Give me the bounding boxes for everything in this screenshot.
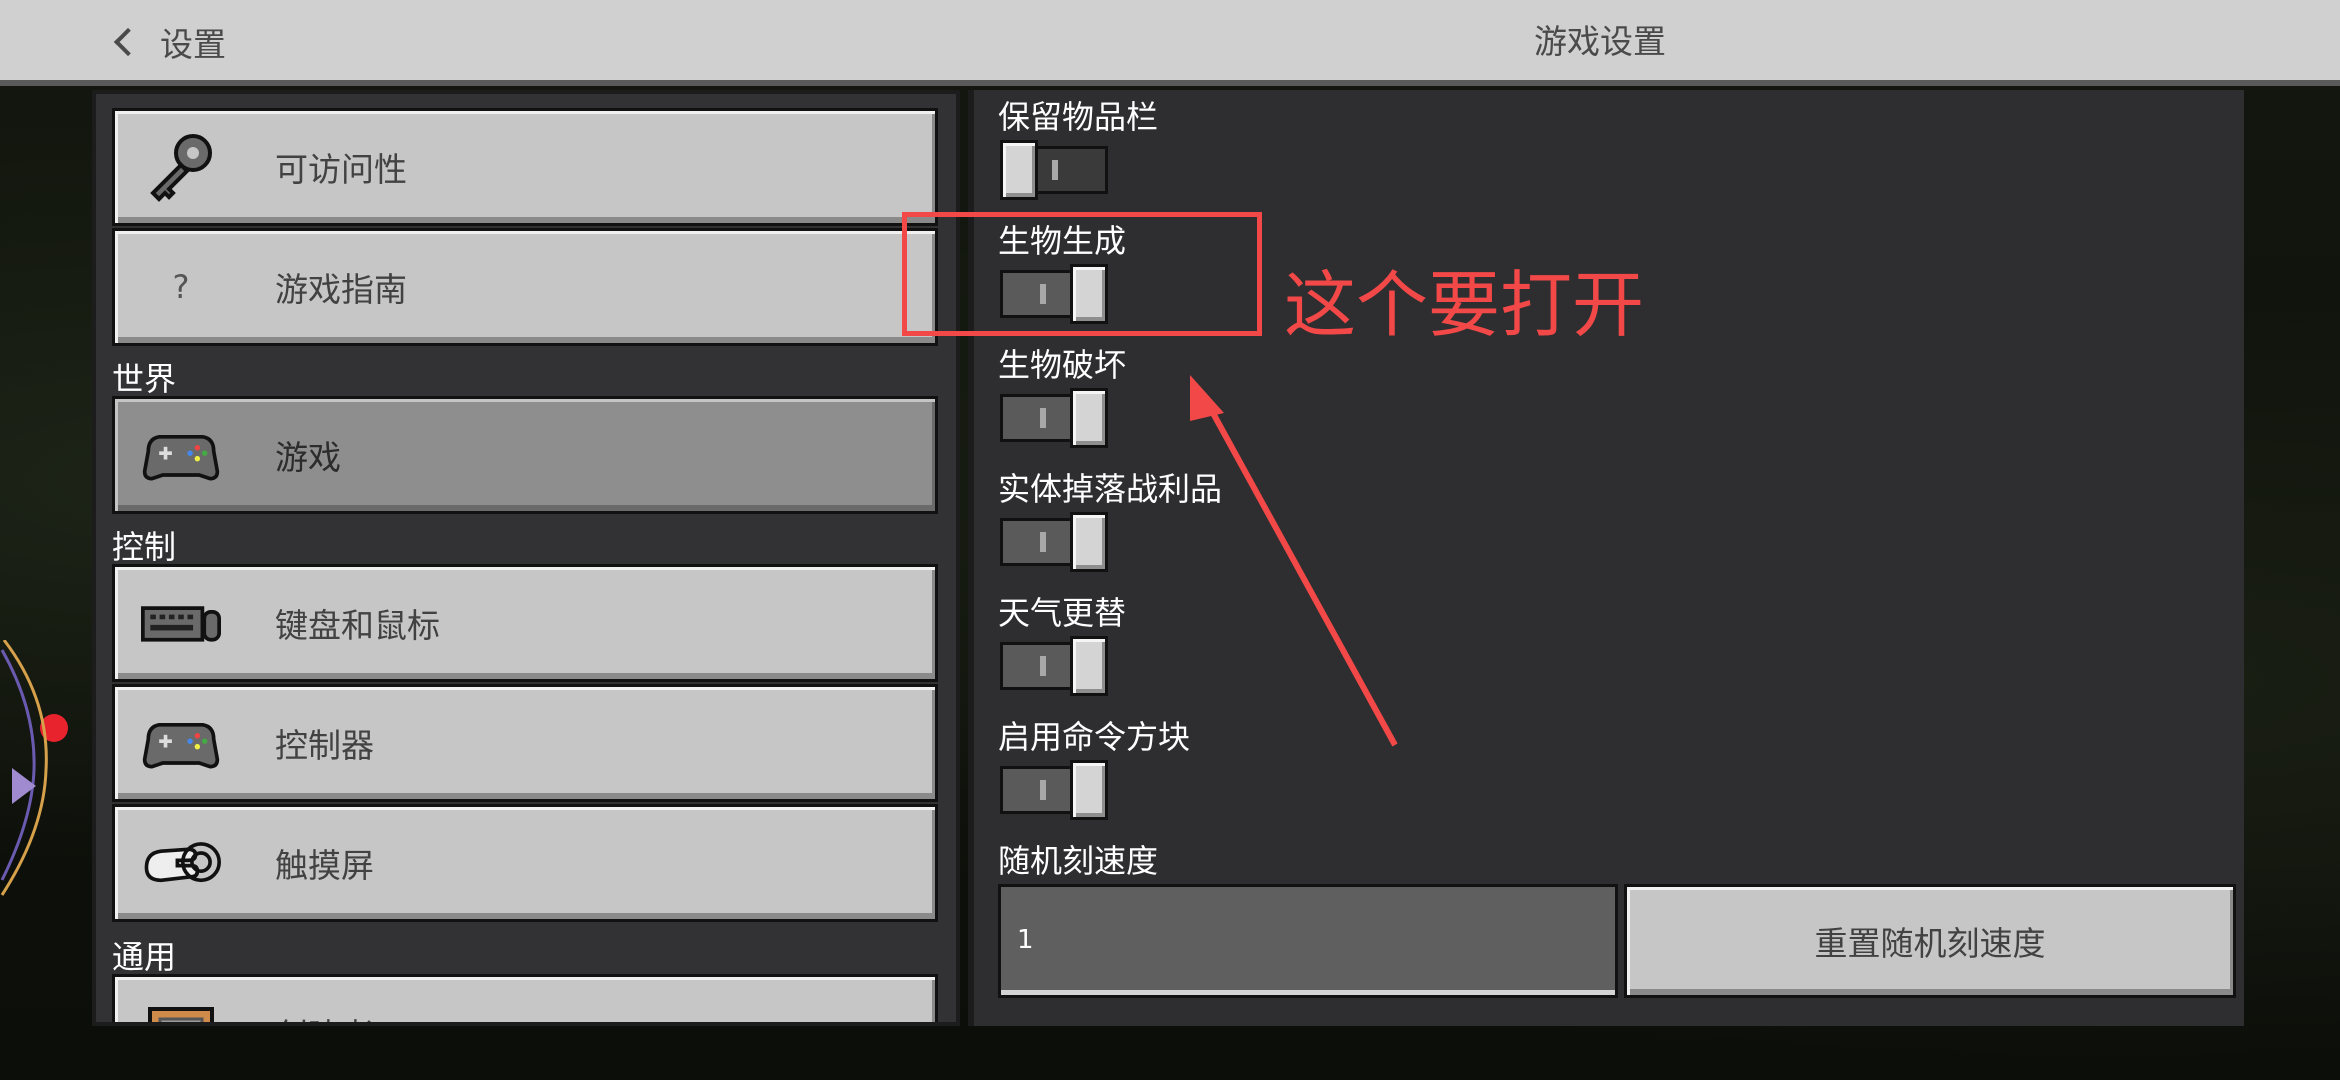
random-tick-speed-value: 1: [1017, 925, 1034, 955]
keyboard-mouse-icon: [141, 587, 221, 659]
sidebar-item-label: 游戏指南: [275, 270, 407, 309]
option-label-keep-inventory: 保留物品栏: [998, 98, 1159, 136]
touch-hand-icon: [141, 827, 221, 899]
option-label-random-tick-speed: 随机刻速度: [998, 842, 1159, 880]
option-label-weather-cycle: 天气更替: [998, 594, 1127, 632]
question-icon: ?: [141, 251, 221, 323]
creator-icon: [141, 997, 221, 1022]
toggle-knob: [1070, 388, 1108, 448]
sidebar-item-label: 键盘和鼠标: [275, 606, 440, 645]
key-icon: [141, 131, 221, 203]
section-label-general: 通用: [112, 938, 177, 976]
toggle-knob: [1070, 760, 1108, 820]
option-label-command-blocks: 启用命令方块: [998, 718, 1191, 756]
sidebar-item-label: 触摸屏: [275, 846, 374, 885]
toggle-weather-cycle[interactable]: [1000, 636, 1108, 696]
chevron-left-icon: [113, 27, 143, 57]
sidebar-item-label: 游戏: [275, 438, 341, 477]
sidebar-item-label: 可访问性: [275, 150, 407, 189]
toggle-indicator: [1052, 160, 1058, 180]
toggle-knob: [1000, 140, 1038, 200]
toggle-indicator: [1040, 780, 1046, 800]
back-button[interactable]: 设置: [113, 20, 226, 64]
annotation-highlight-box: [902, 212, 1262, 336]
reset-button-label: 重置随机刻速度: [1814, 924, 2046, 963]
toggle-indicator: [1040, 656, 1046, 676]
back-label: 设置: [160, 25, 226, 64]
section-label-world: 世界: [112, 360, 177, 398]
toggle-command-blocks[interactable]: [1000, 760, 1108, 820]
random-tick-speed-input[interactable]: 1: [998, 884, 1618, 998]
toggle-knob: [1070, 636, 1108, 696]
section-label-controls: 控制: [112, 528, 177, 566]
toggle-indicator: [1040, 532, 1046, 552]
reset-random-tick-speed-button[interactable]: 重置随机刻速度: [1624, 884, 2236, 998]
controller-icon: [141, 419, 221, 491]
controller-icon: [141, 707, 221, 779]
sidebar-item-game[interactable]: 游戏: [112, 396, 938, 514]
question-glyph: ?: [172, 268, 190, 306]
sidebar-item-accessibility[interactable]: 可访问性: [112, 108, 938, 226]
toggle-indicator: [1040, 408, 1046, 428]
toggle-mob-griefing[interactable]: [1000, 388, 1108, 448]
page-title: 游戏设置: [1534, 22, 1666, 61]
toggle-entity-drops[interactable]: [1000, 512, 1108, 572]
settings-sidebar[interactable]: 可访问性 ? 游戏指南 世界 游戏 控制 键盘和鼠标 控制器 触摸屏 通用: [92, 90, 960, 1026]
sidebar-item-game-guide[interactable]: ? 游戏指南: [112, 228, 938, 346]
floating-play-icon[interactable]: [0, 640, 56, 900]
annotation-text: 这个要打开: [1284, 263, 1645, 347]
toggle-knob: [1070, 512, 1108, 572]
top-bar: 设置 游戏设置: [0, 0, 2340, 86]
sidebar-item-label: 创建者: [275, 1009, 374, 1022]
sidebar-item-label: 控制器: [275, 726, 374, 765]
toggle-keep-inventory[interactable]: [1000, 140, 1108, 200]
sidebar-item-keyboard-mouse[interactable]: 键盘和鼠标: [112, 564, 938, 682]
sidebar-item-touchscreen[interactable]: 触摸屏: [112, 804, 938, 922]
option-label-mob-griefing: 生物破坏: [998, 346, 1127, 384]
sidebar-item-controller[interactable]: 控制器: [112, 684, 938, 802]
annotation-arrow-icon: [1190, 375, 1398, 747]
sidebar-item-creator[interactable]: 创建者: [112, 974, 938, 1022]
